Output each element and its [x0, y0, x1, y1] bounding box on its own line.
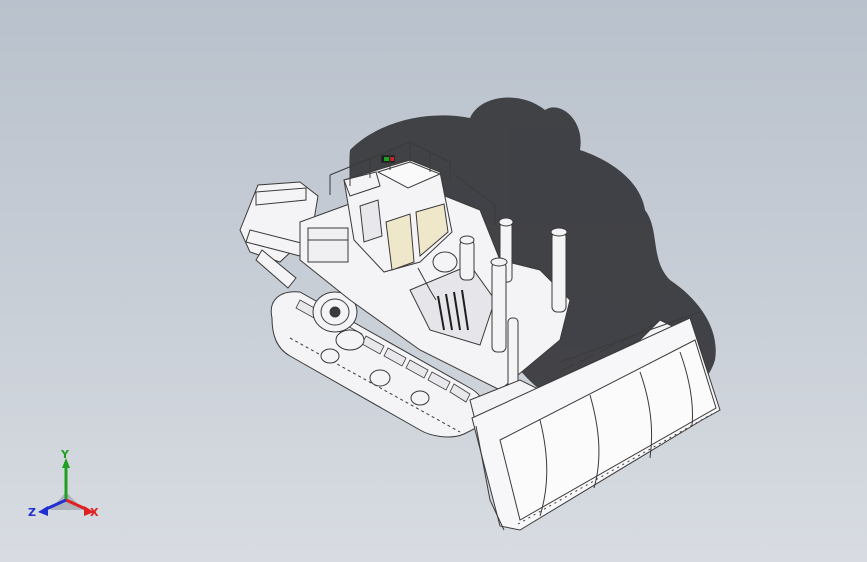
bulldozer-model[interactable]	[0, 0, 867, 562]
x-axis-label: X	[90, 506, 99, 519]
coordinate-triad: Y X Z	[28, 448, 99, 519]
y-axis-label: Y	[60, 448, 70, 461]
z-axis-label: Z	[28, 506, 36, 519]
graphics-viewport[interactable]: Y X Z	[0, 0, 867, 562]
z-arrow-icon	[38, 506, 48, 516]
